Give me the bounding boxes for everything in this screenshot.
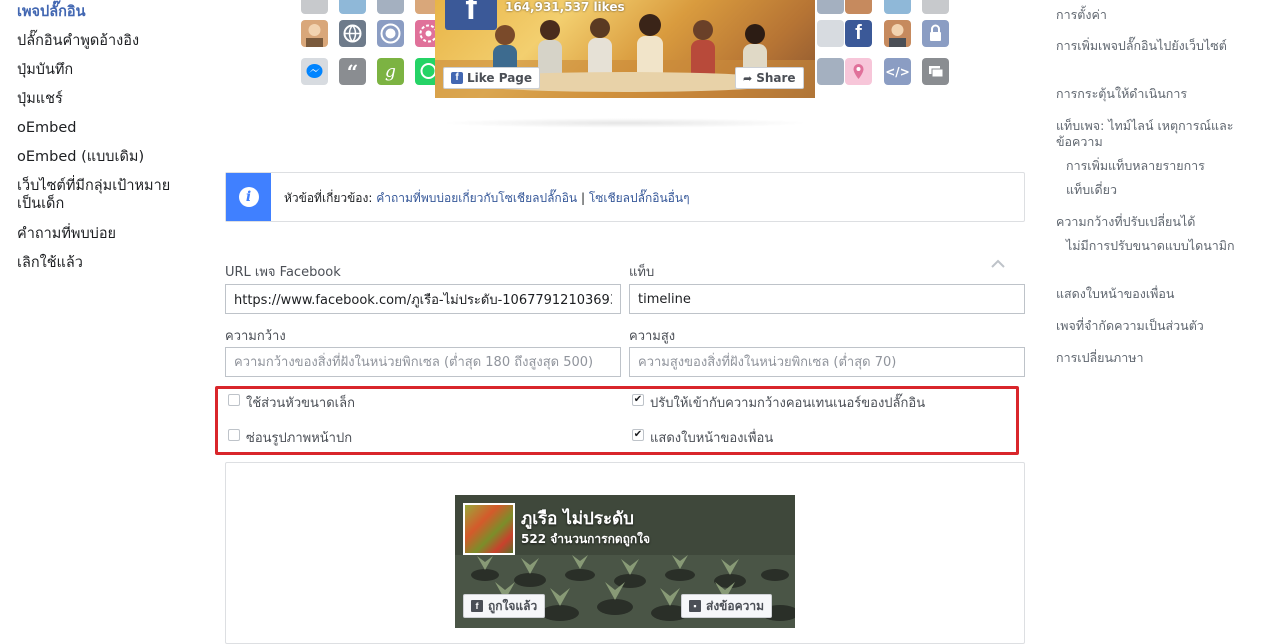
hide-cover-label[interactable]: ซ่อนรูปภาพหน้าปก bbox=[246, 427, 352, 448]
url-label: URL เพจ Facebook bbox=[225, 265, 341, 280]
nav-item-child-directed-sites[interactable]: เว็บไซต์ที่มีกลุ่มเป้าหมายเป็นเด็ก bbox=[17, 177, 192, 213]
related-topics-box: i หัวข้อที่เกี่ยวข้อง: คำถามที่พบบ่อยเกี… bbox=[225, 172, 1025, 222]
avatar-icon bbox=[817, 58, 844, 85]
comment-icon bbox=[922, 58, 949, 85]
height-input[interactable] bbox=[629, 347, 1025, 377]
likes-count: 164,931,537 likes bbox=[505, 0, 625, 14]
adapt-container-width-label[interactable]: ปรับให้เข้ากับความกว้างคอนเทนเนอร์ของปลั… bbox=[650, 392, 925, 413]
messenger-icon bbox=[301, 58, 328, 85]
send-message-label: ส่งข้อความ bbox=[706, 598, 765, 613]
share-label: Share bbox=[756, 71, 796, 85]
page-url-input[interactable] bbox=[225, 284, 621, 314]
chevron-up-icon[interactable] bbox=[990, 258, 1006, 270]
page-likes-count: 522 จำนวนการกดถูกใจ bbox=[521, 532, 651, 546]
globe-icon bbox=[339, 20, 366, 47]
avatar-icon bbox=[301, 0, 328, 14]
avatar-icon bbox=[845, 0, 872, 14]
tabs-input[interactable] bbox=[629, 284, 1025, 314]
toc-add-page-plugin[interactable]: การเพิ่มเพจปลั๊กอินไปยังเว็บไซต์ bbox=[1056, 38, 1236, 54]
badge-icon bbox=[377, 20, 404, 47]
hide-cover-checkbox[interactable] bbox=[228, 429, 240, 441]
sample-page-plugin: f 164,931,537 likes f Like Page ➦ Share bbox=[435, 0, 815, 98]
toc-multiple-tabs[interactable]: การเพิ่มแท็บหลายรายการ bbox=[1066, 158, 1236, 174]
avatar-icon bbox=[817, 0, 844, 14]
nav-item-oembed[interactable]: oEmbed bbox=[17, 119, 192, 137]
facebook-icon: f bbox=[471, 600, 483, 612]
page-plugin-preview: ภูเรือ ไม่ประดับ 522 จำนวนการกดถูกใจ f ถ… bbox=[455, 495, 795, 628]
avatar-icon bbox=[301, 20, 328, 47]
liked-label: ถูกใจแล้ว bbox=[488, 598, 538, 613]
hero-shadow bbox=[440, 118, 810, 128]
nav-item-quote-plugin[interactable]: ปลั๊กอินคำพูดอ้างอิง bbox=[17, 32, 192, 50]
avatar-icon bbox=[339, 0, 366, 14]
toc-change-language[interactable]: การเปลี่ยนภาษา bbox=[1056, 350, 1236, 366]
width-input[interactable] bbox=[225, 347, 621, 377]
like-page-label: Like Page bbox=[467, 71, 533, 85]
map-pin-icon bbox=[845, 58, 872, 85]
toc-privacy-restricted-pages[interactable]: เพจที่จำกัดความเป็นส่วนตัว bbox=[1056, 318, 1236, 334]
like-page-button: f Like Page bbox=[443, 67, 541, 89]
nav-item-faq[interactable]: คำถามที่พบบ่อย bbox=[17, 225, 192, 243]
nav-item-share-button[interactable]: ปุ่มแชร์ bbox=[17, 90, 192, 108]
quote-icon: “ bbox=[339, 58, 366, 85]
send-message-button[interactable]: ▪ ส่งข้อความ bbox=[681, 594, 773, 618]
related-topics-prefix: หัวข้อที่เกี่ยวข้อง: bbox=[284, 191, 373, 205]
message-icon: ▪ bbox=[689, 600, 701, 612]
hero-illustration: “ g f </> f 164,931,537 likes f Like Pag… bbox=[300, 0, 950, 140]
lock-icon bbox=[922, 20, 949, 47]
nav-item-oembed-legacy[interactable]: oEmbed (แบบเดิม) bbox=[17, 148, 192, 166]
facebook-logo-icon: f bbox=[445, 0, 497, 30]
nav-item-page-plugin[interactable]: เพจปลั๊กอิน bbox=[17, 3, 192, 21]
small-header-checkbox[interactable] bbox=[228, 394, 240, 406]
facebook-icon: f bbox=[845, 20, 872, 47]
info-sidebar: i bbox=[226, 173, 271, 221]
tabs-label: แท็บ bbox=[629, 265, 655, 280]
toc-call-to-action[interactable]: การกระตุ้นให้ดำเนินการ bbox=[1056, 86, 1236, 102]
toc-show-friends-faces[interactable]: แสดงใบหน้าของเพื่อน bbox=[1056, 286, 1236, 302]
nav-item-save-button[interactable]: ปุ่มบันทึก bbox=[17, 61, 192, 79]
page-name: ภูเรือ ไม่ประดับ bbox=[521, 509, 634, 529]
show-facepile-checkbox[interactable]: ✔ bbox=[632, 429, 644, 441]
share-arrow-icon: ➦ bbox=[743, 71, 753, 85]
related-topics-text: หัวข้อที่เกี่ยวข้อง: คำถามที่พบบ่อยเกี่ย… bbox=[284, 189, 690, 208]
share-button: ➦ Share bbox=[735, 67, 804, 89]
toc-no-dynamic-resizing[interactable]: ไม่มีการปรับขนาดแบบไดนามิก bbox=[1066, 238, 1236, 254]
avatar-icon bbox=[884, 20, 911, 47]
toc-page-tabs[interactable]: แท็บเพจ: ไทม์ไลน์ เหตุการณ์และข้อความ bbox=[1056, 118, 1236, 150]
nav-item-deprecated[interactable]: เลิกใช้แล้ว bbox=[17, 254, 192, 272]
badge-icon bbox=[377, 0, 404, 14]
liked-button[interactable]: f ถูกใจแล้ว bbox=[463, 594, 546, 618]
info-icon: i bbox=[238, 187, 259, 207]
star-icon bbox=[817, 20, 844, 47]
avatar-icon bbox=[922, 0, 949, 14]
toc-single-tab[interactable]: แท็บเดี่ยว bbox=[1066, 182, 1236, 198]
link-separator: | bbox=[580, 191, 585, 205]
page-profile-picture bbox=[463, 503, 515, 555]
faq-social-plugins-link[interactable]: คำถามที่พบบ่อยเกี่ยวกับโซเชียลปลั๊กอิน bbox=[376, 191, 577, 205]
adapt-container-width-checkbox[interactable]: ✔ bbox=[632, 394, 644, 406]
width-label: ความกว้าง bbox=[225, 329, 286, 344]
show-facepile-label[interactable]: แสดงใบหน้าของเพื่อน bbox=[650, 427, 773, 448]
facebook-icon: f bbox=[451, 72, 463, 84]
avatar-icon bbox=[884, 0, 911, 14]
small-header-label[interactable]: ใช้ส่วนหัวขนาดเล็ก bbox=[246, 392, 355, 413]
other-social-plugins-link[interactable]: โซเชียลปลั๊กอินอื่นๆ bbox=[589, 191, 690, 205]
code-icon: </> bbox=[884, 58, 911, 85]
height-label: ความสูง bbox=[629, 329, 676, 344]
g-icon: g bbox=[377, 58, 404, 85]
toc-adaptive-width[interactable]: ความกว้างที่ปรับเปลี่ยนได้ bbox=[1056, 214, 1236, 230]
toc-settings[interactable]: การตั้งค่า bbox=[1056, 7, 1236, 23]
